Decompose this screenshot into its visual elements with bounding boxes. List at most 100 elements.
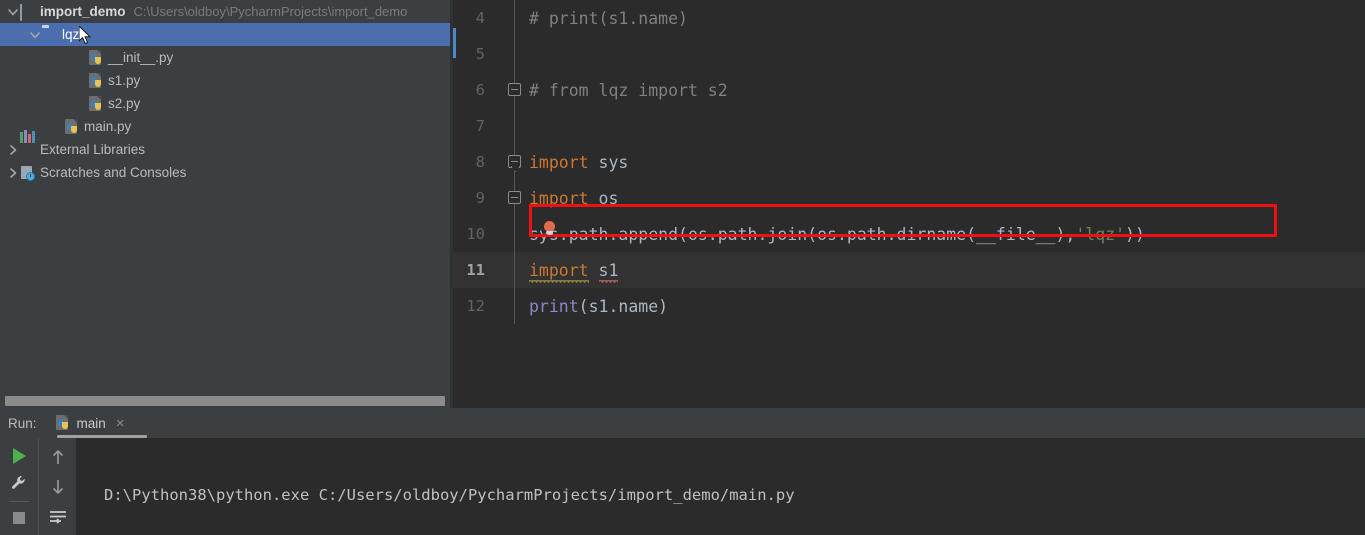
fold-gutter (495, 252, 523, 288)
line-number: 11 (466, 261, 485, 279)
tree-item-label: External Libraries (40, 142, 146, 157)
code-line[interactable]: 8 import sys (453, 144, 1365, 180)
tree-item-label: import_demo (40, 4, 126, 19)
fold-gutter (495, 288, 523, 324)
toolbar-separator (9, 501, 29, 502)
code-line[interactable]: 9 import os (453, 180, 1365, 216)
code-lines: 4 # print(s1.name) 5 6 # from lqz import s2 7… (453, 0, 1365, 324)
module-icon (20, 3, 36, 21)
scrollbar-thumb[interactable] (5, 396, 445, 406)
chevron-right-icon[interactable] (6, 166, 20, 180)
chevron-down-icon[interactable] (28, 28, 42, 42)
soft-wrap-icon (49, 511, 66, 524)
lightbulb-icon[interactable] (543, 221, 556, 236)
tree-item-import-demo[interactable]: import_demo C:\Users\oldboy\PycharmProjec… (0, 0, 450, 23)
run-tab-main[interactable]: main × (51, 408, 147, 438)
fold-gutter (495, 216, 523, 252)
tree-item-label: Scratches and Consoles (40, 165, 187, 180)
code-text: import os (523, 189, 618, 208)
wrench-icon (11, 475, 25, 489)
code-token: sys.path.append(os.path.join(os.path.dir… (529, 224, 1076, 244)
python-file-icon (55, 415, 71, 431)
code-token: os (588, 188, 619, 208)
tree-item-s2-py[interactable]: s2.py (0, 92, 450, 115)
code-token: import (529, 188, 589, 208)
code-line[interactable]: 4 # print(s1.name) (453, 0, 1365, 36)
code-token: import (529, 260, 589, 280)
pycharm-window: import_demo C:\Users\oldboy\PycharmProjec… (0, 0, 1365, 535)
code-editor[interactable]: 4 # print(s1.name) 5 6 # from lqz import s2 7… (453, 0, 1365, 408)
tree-item-label: main.py (84, 119, 132, 134)
fold-gutter (495, 0, 523, 36)
code-line[interactable]: 12 print(s1.name) (453, 288, 1365, 324)
code-token: # print(s1.name) (529, 8, 688, 28)
python-file-icon (88, 72, 104, 89)
line-number: 8 (475, 153, 485, 171)
libraries-icon (20, 129, 36, 158)
tree-item-label: s1.py (108, 73, 141, 88)
code-token: sys (588, 152, 629, 172)
fold-marker-icon[interactable] (508, 191, 521, 204)
line-number: 7 (475, 117, 485, 135)
fold-marker-icon[interactable] (508, 155, 521, 168)
next-occurrence-button[interactable] (45, 475, 71, 499)
code-token: # from lqz import s2 (529, 80, 728, 100)
settings-button[interactable] (6, 472, 32, 493)
run-tool-window: Run: main × D:\Python38\python.exe C:/Us… (0, 408, 1365, 535)
folder-icon (42, 27, 58, 43)
project-tree: import_demo C:\Users\oldboy\PycharmProjec… (0, 0, 450, 184)
rerun-button[interactable] (6, 445, 32, 466)
code-text: # from lqz import s2 (523, 81, 728, 100)
line-number: 6 (475, 81, 485, 99)
fold-marker-icon[interactable] (508, 83, 521, 96)
code-token: (s1.name) (578, 296, 669, 316)
run-body: D:\Python38\python.exe C:/Users/oldboy/P… (0, 438, 1365, 535)
code-text: import sys (523, 153, 628, 172)
code-text: print(s1.name) (523, 297, 668, 316)
tree-item-lqz[interactable]: lqz (0, 23, 450, 46)
console-command: D:\Python38\python.exe C:/Users/oldboy/P… (104, 486, 795, 504)
code-line[interactable]: 5 (453, 36, 1365, 72)
code-line[interactable]: 11 import s1 (453, 252, 1365, 288)
tree-item-external-libraries[interactable]: External Libraries (0, 129, 450, 161)
fold-gutter (495, 72, 523, 108)
tree-item-main-py[interactable]: main.py (0, 115, 450, 138)
chevron-down-icon[interactable] (6, 5, 20, 19)
line-number: 10 (466, 225, 485, 243)
fold-gutter (495, 108, 523, 144)
fold-gutter (495, 36, 523, 72)
python-file-icon (88, 95, 104, 112)
chevron-right-icon[interactable] (6, 143, 20, 157)
code-text: sys.path.append(os.path.join(os.path.dir… (523, 225, 1145, 244)
run-tab-label: main (76, 415, 106, 431)
stop-button[interactable] (6, 508, 32, 529)
tree-item-label: s2.py (108, 96, 141, 111)
python-file-icon (64, 118, 80, 135)
close-icon[interactable]: × (116, 416, 125, 431)
code-line[interactable]: 7 (453, 108, 1365, 144)
line-number: 9 (475, 189, 485, 207)
code-token: 'lqz' (1075, 224, 1126, 244)
code-line[interactable]: 6 # from lqz import s2 (453, 72, 1365, 108)
code-text: # print(s1.name) (523, 9, 688, 28)
console-output[interactable]: D:\Python38\python.exe C:/Users/oldboy/P… (76, 438, 1365, 535)
python-file-icon (88, 49, 104, 66)
tree-item-init-py[interactable]: __init__.py (0, 46, 450, 69)
prev-occurrence-button[interactable] (45, 445, 71, 469)
code-token: print (529, 296, 579, 316)
line-number: 4 (475, 9, 485, 27)
code-token: import (529, 152, 589, 172)
play-icon (12, 447, 26, 464)
run-toolbar-primary (0, 438, 38, 535)
run-tab-bar: Run: main × (0, 408, 1365, 438)
tree-item-s1-py[interactable]: s1.py (0, 69, 450, 92)
arrow-down-icon (52, 480, 63, 495)
code-text: import s1 (523, 261, 618, 280)
tree-item-scratches-and-consoles[interactable]: Scratches and Consoles (0, 161, 450, 184)
code-line[interactable]: 10 sys.path.append(os.path.join(os.path.d… (453, 216, 1365, 252)
soft-wrap-button[interactable] (45, 505, 71, 529)
sidebar-horizontal-scrollbar[interactable] (0, 394, 450, 408)
scratches-icon (20, 165, 36, 181)
project-tree-panel: import_demo C:\Users\oldboy\PycharmProjec… (0, 0, 450, 402)
